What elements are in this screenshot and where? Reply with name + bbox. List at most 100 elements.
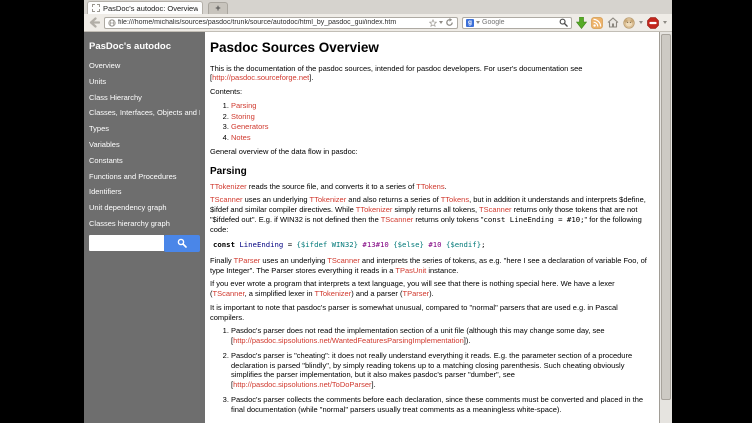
doc-link[interactable]: TParser — [234, 256, 261, 265]
url-bar[interactable] — [104, 17, 458, 29]
ordered-list: Pasdoc's parser does not read the implem… — [210, 326, 651, 414]
sidebar-item[interactable]: Class Hierarchy — [89, 93, 200, 102]
back-button[interactable] — [89, 17, 100, 28]
ordered-list: Parsing StoringGenerators Notes — [210, 101, 651, 143]
sidebar-item[interactable]: Variables — [89, 140, 200, 149]
sidebar-item[interactable]: Classes, Interfaces, Objects and Records — [89, 108, 200, 117]
doc-text: #13#10 — [362, 240, 388, 249]
list-item: Parsing — [231, 101, 651, 111]
browser-window: PasDoc's autodoc: Overview + g — [84, 0, 672, 423]
content-area: PasDoc's autodoc Overview Units Class Hier… — [84, 32, 672, 423]
doc-link[interactable]: Notes — [231, 133, 251, 142]
sidebar-item[interactable]: Constants — [89, 156, 200, 165]
adblock-dropdown-icon[interactable] — [663, 21, 667, 24]
doc-link[interactable]: TScanner — [381, 215, 414, 224]
list-item: Generators — [231, 122, 651, 132]
doc-link[interactable]: TTokens — [441, 195, 469, 204]
doc-text: General overview of the data flow in pas… — [210, 147, 358, 156]
download-arrow-icon — [576, 17, 587, 29]
scrollbar-thumb[interactable] — [661, 34, 671, 400]
sidebar: PasDoc's autodoc Overview Units Class Hier… — [84, 32, 205, 423]
doc-text: Pasdoc's parser collects the comments be… — [231, 395, 643, 414]
sidebar-search-button[interactable] — [164, 235, 200, 252]
tab-bar: PasDoc's autodoc: Overview + — [84, 0, 672, 14]
reload-icon[interactable] — [445, 18, 454, 27]
doc-text: ; — [481, 240, 485, 249]
list-item: Pasdoc's parser collects the comments be… — [231, 395, 651, 415]
download-button[interactable] — [576, 17, 587, 29]
google-engine-icon[interactable]: g — [466, 19, 474, 27]
doc-link[interactable]: Storing — [231, 112, 255, 121]
doc-link[interactable]: http://pasdoc.sipsolutions.net/ToDoParse… — [233, 380, 371, 389]
doc-body: This is the documentation of the pasdoc … — [210, 64, 651, 423]
doc-text: Contents: — [210, 87, 242, 96]
toolbar-addon-icons — [576, 17, 667, 29]
navigation-toolbar: g — [84, 14, 672, 32]
location-dropdown-icon[interactable] — [439, 21, 443, 24]
doc-link[interactable]: TScanner — [479, 205, 512, 214]
doc-text: {$ifdef WIN32} — [297, 240, 359, 249]
doc-text: reads the source file, and converts it t… — [247, 182, 417, 191]
doc-link[interactable]: Generators — [231, 122, 269, 131]
doc-link[interactable]: TTokenizer — [210, 182, 247, 191]
list-item: Pasdoc's parser does not read the implem… — [231, 326, 651, 346]
doc-text: #10 — [428, 240, 441, 249]
code-block: const LineEnding = {$ifdef WIN32} #13#10… — [213, 240, 651, 249]
search-bar[interactable]: g — [462, 17, 572, 29]
search-engine-dropdown-icon[interactable] — [476, 21, 480, 24]
greasemonkey-dropdown-icon[interactable] — [639, 21, 643, 24]
sidebar-title: PasDoc's autodoc — [89, 41, 200, 52]
rss-feed-button[interactable] — [591, 17, 603, 29]
page-title: Pasdoc Sources Overview — [210, 39, 651, 57]
tab-pasdoc-autodoc[interactable]: PasDoc's autodoc: Overview — [87, 1, 203, 14]
doc-text: = — [283, 240, 296, 249]
doc-link[interactable]: TParser — [402, 289, 429, 298]
search-magnifier-icon — [177, 238, 187, 248]
paragraph: Finally TParser uses an underlying TScan… — [210, 256, 651, 276]
doc-text: ) and a parser ( — [351, 289, 402, 298]
paragraph: It is important to note that pasdoc's pa… — [210, 303, 651, 323]
greasemonkey-button[interactable] — [623, 17, 635, 29]
doc-text: and also returns a series of — [346, 195, 441, 204]
paragraph: Contents: — [210, 87, 651, 97]
doc-link[interactable]: TPasUnit — [395, 266, 426, 275]
doc-link[interactable]: Parsing — [231, 101, 256, 110]
sidebar-item[interactable]: Functions and Procedures — [89, 172, 200, 181]
sidebar-item[interactable]: Units — [89, 77, 200, 86]
web-search-input[interactable] — [482, 19, 557, 26]
paragraph: TScanner uses an underlying TTokenizer a… — [210, 195, 651, 234]
doc-text: returns only tokens " — [413, 215, 483, 224]
new-tab-button[interactable]: + — [208, 2, 228, 14]
sidebar-item[interactable]: Types — [89, 124, 200, 133]
doc-text: instance. — [426, 266, 458, 275]
doc-link[interactable]: http://pasdoc.sipsolutions.net/WantedFea… — [233, 336, 464, 345]
sidebar-item[interactable]: Overview — [89, 61, 200, 70]
sidebar-search-input[interactable] — [89, 235, 164, 251]
doc-link[interactable]: TScanner — [213, 289, 245, 298]
vertical-scrollbar[interactable] — [659, 32, 672, 423]
bookmark-star-icon[interactable] — [429, 19, 437, 27]
greasemonkey-icon — [623, 17, 635, 29]
doc-text: const — [213, 240, 235, 249]
paragraph: This is the documentation of the pasdoc … — [210, 64, 651, 84]
url-input[interactable] — [118, 19, 427, 26]
adblock-plus-button[interactable] — [647, 17, 659, 29]
doc-link[interactable]: TTokens — [416, 182, 444, 191]
doc-link[interactable]: TTokenizer — [310, 195, 347, 204]
sidebar-search — [89, 235, 200, 252]
sidebar-item[interactable]: Unit dependency graph — [89, 203, 200, 212]
document-pane: Pasdoc Sources Overview This is the docu… — [205, 32, 659, 423]
doc-link[interactable]: http://pasdoc.sourceforge.net — [212, 73, 309, 82]
home-button[interactable] — [607, 17, 619, 28]
tab-title: PasDoc's autodoc: Overview — [103, 4, 198, 13]
paragraph: General overview of the data flow in pas… — [210, 147, 651, 157]
search-magnifier-icon[interactable] — [559, 18, 568, 27]
sidebar-nav: Overview Units Class Hierarchy Classes, Int… — [89, 61, 200, 228]
sidebar-item[interactable]: Identifiers — [89, 187, 200, 196]
doc-link[interactable]: TTokenizer — [356, 205, 393, 214]
doc-link[interactable]: TTokenizer — [315, 289, 352, 298]
sidebar-item[interactable]: Classes hierarchy graph — [89, 219, 200, 228]
doc-link[interactable]: TScanner — [327, 256, 360, 265]
doc-link[interactable]: TScanner — [210, 195, 243, 204]
doc-text: uses an underlying — [260, 256, 327, 265]
